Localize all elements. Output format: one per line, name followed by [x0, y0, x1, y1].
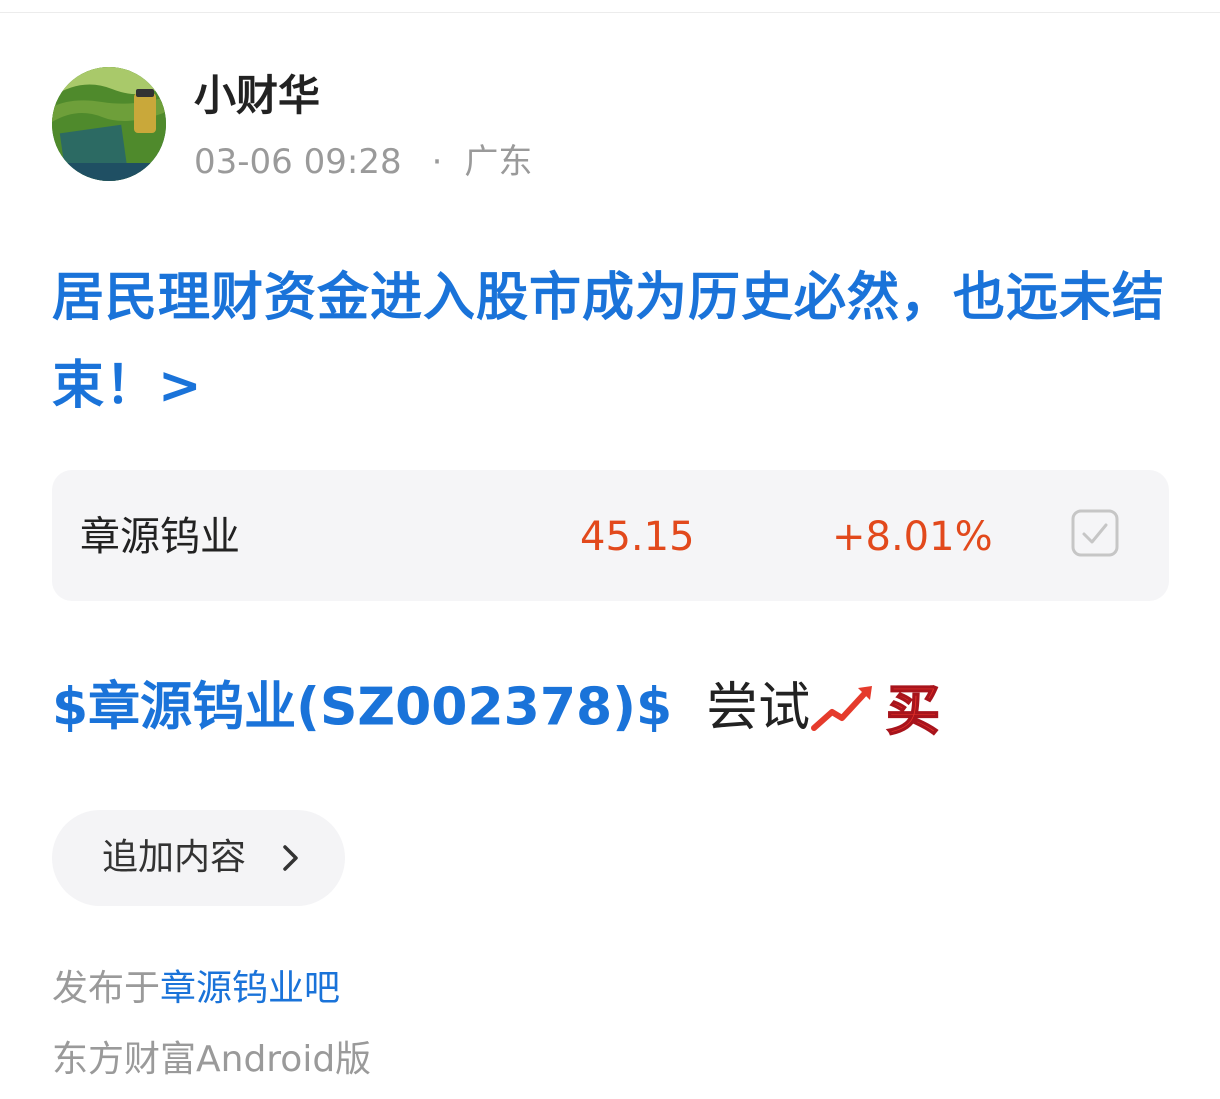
top-divider — [0, 12, 1220, 13]
published-prefix: 发布于 — [52, 968, 161, 1009]
post-location: 广东 — [464, 142, 533, 182]
buy-emoji-icon: 买 — [885, 678, 941, 739]
buy-emoji-char: 买 — [886, 679, 940, 739]
post-meta: 03-06 09:28 · 广东 — [194, 140, 532, 184]
post-page: 小财华 03-06 09:28 · 广东 居民理财资金进入股市成为历史必然，也远未结… — [0, 0, 1220, 1099]
stock-change: +8.01% — [832, 514, 993, 560]
post-body: $章源钨业(SZ002378)$ 尝试 买 — [52, 672, 944, 742]
meta-separator: · — [431, 142, 443, 182]
stock-tag-link[interactable]: $章源钨业(SZ002378)$ — [52, 678, 672, 738]
chart-increasing-icon — [811, 685, 873, 731]
forum-link[interactable]: 章源钨业吧 — [160, 968, 340, 1009]
stock-name: 章源钨业 — [80, 514, 240, 560]
append-content-label: 追加内容 — [102, 837, 247, 878]
post-time: 03-06 09:28 — [194, 142, 402, 182]
author-name[interactable]: 小财华 — [194, 70, 320, 122]
post-title-link[interactable]: 居民理财资金进入股市成为历史必然，也远未结束！> — [52, 254, 1172, 430]
published-in: 发布于章源钨业吧 — [52, 966, 340, 1012]
author-avatar[interactable] — [52, 67, 166, 181]
body-text: 尝试 — [706, 677, 811, 738]
avatar-image — [52, 67, 166, 181]
chevron-right-icon — [283, 845, 298, 871]
append-content-button[interactable]: 追加内容 — [52, 810, 345, 906]
stock-price: 45.15 — [580, 514, 695, 560]
checkbox-checked-icon[interactable] — [1071, 509, 1119, 557]
stock-card[interactable]: 章源钨业 45.15 +8.01% — [52, 470, 1169, 601]
client-source: 东方财富Android版 — [52, 1039, 372, 1080]
